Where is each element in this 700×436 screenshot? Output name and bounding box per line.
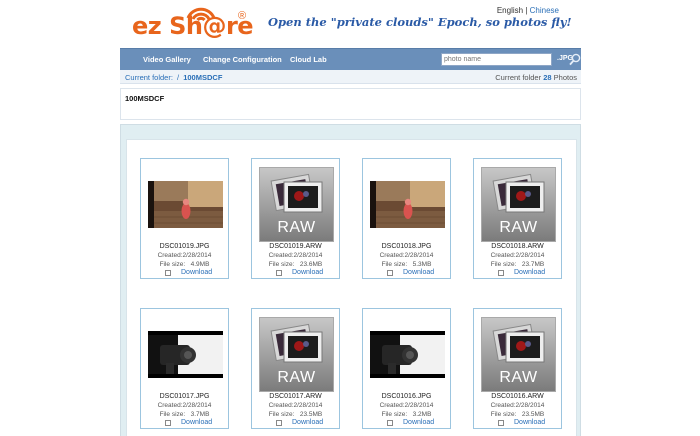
download-link[interactable]: Download	[292, 269, 323, 276]
file-name: DSC01018.JPG	[381, 243, 432, 250]
nav-video-gallery[interactable]: Video Gallery	[143, 55, 191, 64]
nav-cloud-lab[interactable]: Cloud Lab	[290, 55, 327, 64]
file-created-date: Created:2/28/2014	[490, 252, 545, 259]
download-link[interactable]: Download	[403, 269, 434, 276]
ez-share-logo[interactable]: ez Sh@re ®	[132, 4, 254, 44]
raw-label: RAW	[499, 219, 538, 236]
gallery: DSC01019.JPG Created:2/28/2014 File size: …	[126, 139, 577, 436]
breadcrumb: Current folder: / 100MSDCF Current folde…	[120, 70, 581, 84]
nav-bar: Video Gallery Change Configuration Cloud…	[120, 48, 581, 70]
photo-thumbnail[interactable]	[370, 317, 445, 392]
select-checkbox[interactable]	[498, 270, 504, 276]
file-name: DSC01019.JPG	[159, 243, 210, 250]
select-checkbox[interactable]	[387, 270, 393, 276]
file-name: DSC01016.JPG	[381, 393, 432, 400]
lang-english-link[interactable]: English	[497, 6, 523, 15]
magnifier-icon[interactable]	[569, 53, 581, 66]
file-created-date: Created:2/28/2014	[379, 402, 434, 409]
select-checkbox[interactable]	[165, 420, 171, 426]
photo-count: Current folder 28 Photos	[495, 73, 577, 82]
file-created-date: Created:2/28/2014	[157, 252, 212, 259]
file-card: RAW DSC01016.ARW Created:2/28/2014 File siz…	[473, 308, 562, 429]
download-link[interactable]: Download	[514, 269, 545, 276]
select-checkbox[interactable]	[387, 420, 393, 426]
lang-separator: |	[525, 6, 528, 15]
raw-file-thumbnail[interactable]: RAW	[259, 317, 334, 392]
file-size: File size: 5.3MB	[381, 261, 432, 268]
file-created-date: Created:2/28/2014	[490, 402, 545, 409]
raw-label: RAW	[277, 219, 316, 236]
file-created-date: Created:2/28/2014	[157, 402, 212, 409]
file-card: RAW DSC01019.ARW Created:2/28/2014 File siz…	[251, 158, 340, 279]
photo-search-input[interactable]	[441, 53, 552, 66]
nav-change-configuration[interactable]: Change Configuration	[203, 55, 282, 64]
photo-thumbnail[interactable]	[148, 317, 223, 392]
file-card: DSC01017.JPG Created:2/28/2014 File size: …	[140, 308, 229, 429]
photo-image	[370, 181, 445, 228]
download-link[interactable]: Download	[292, 419, 323, 426]
file-name: DSC01017.ARW	[269, 393, 322, 400]
file-size: File size: 23.7MB	[490, 261, 545, 268]
breadcrumb-separator: /	[177, 73, 180, 82]
file-size: File size: 23.6MB	[268, 261, 323, 268]
photo-thumbnail[interactable]	[370, 167, 445, 242]
file-size: File size: 3.7MB	[159, 411, 210, 418]
select-checkbox[interactable]	[276, 270, 282, 276]
photo-count-prefix: Current folder	[495, 73, 542, 82]
gallery-frame: DSC01019.JPG Created:2/28/2014 File size: …	[120, 124, 581, 436]
raw-file-thumbnail[interactable]: RAW	[481, 167, 556, 242]
select-checkbox[interactable]	[498, 420, 504, 426]
language-switch: English | Chinese	[497, 6, 559, 15]
file-card: RAW DSC01018.ARW Created:2/28/2014 File siz…	[473, 158, 562, 279]
folder-item-100msdcf[interactable]: 100MSDCF	[125, 94, 164, 103]
registered-mark: ®	[238, 10, 247, 22]
file-card: DSC01019.JPG Created:2/28/2014 File size: …	[140, 158, 229, 279]
raw-file-thumbnail[interactable]: RAW	[481, 317, 556, 392]
photo-count-suffix: Photos	[553, 73, 577, 82]
file-card: RAW DSC01017.ARW Created:2/28/2014 File siz…	[251, 308, 340, 429]
select-checkbox[interactable]	[276, 420, 282, 426]
file-created-date: Created:2/28/2014	[379, 252, 434, 259]
photo-image	[370, 331, 445, 378]
raw-label: RAW	[277, 369, 316, 386]
file-card: DSC01018.JPG Created:2/28/2014 File size: …	[362, 158, 451, 279]
file-size: File size: 3.2MB	[381, 411, 432, 418]
download-link[interactable]: Download	[181, 419, 212, 426]
file-name: DSC01016.ARW	[491, 393, 544, 400]
file-created-date: Created:2/28/2014	[268, 402, 323, 409]
download-link[interactable]: Download	[514, 419, 545, 426]
file-name: DSC01017.JPG	[159, 393, 210, 400]
folder-panel: 100MSDCF	[120, 88, 581, 120]
photo-count-number: 28	[543, 73, 552, 82]
file-created-date: Created:2/28/2014	[268, 252, 323, 259]
file-name: DSC01018.ARW	[491, 243, 544, 250]
lang-chinese-link[interactable]: Chinese	[530, 6, 559, 15]
current-folder-label: Current folder:	[125, 73, 173, 82]
file-name: DSC01019.ARW	[269, 243, 322, 250]
file-size: File size: 23.5MB	[268, 411, 323, 418]
download-link[interactable]: Download	[403, 419, 434, 426]
file-size: File size: 4.9MB	[159, 261, 210, 268]
header: ez Sh@re ® Open the "private clouds" Epo…	[0, 0, 700, 48]
raw-label: RAW	[499, 369, 538, 386]
photo-image	[148, 331, 223, 378]
file-card: DSC01016.JPG Created:2/28/2014 File size: …	[362, 308, 451, 429]
raw-file-thumbnail[interactable]: RAW	[259, 167, 334, 242]
logo-text: ez Sh@re	[132, 12, 254, 40]
file-size: File size: 23.5MB	[490, 411, 545, 418]
breadcrumb-folder-link[interactable]: 100MSDCF	[183, 73, 222, 82]
photo-image	[148, 181, 223, 228]
slogan: Open the "private clouds" Epoch, so phot…	[268, 15, 572, 29]
download-link[interactable]: Download	[181, 269, 212, 276]
select-checkbox[interactable]	[165, 270, 171, 276]
photo-thumbnail[interactable]	[148, 167, 223, 242]
